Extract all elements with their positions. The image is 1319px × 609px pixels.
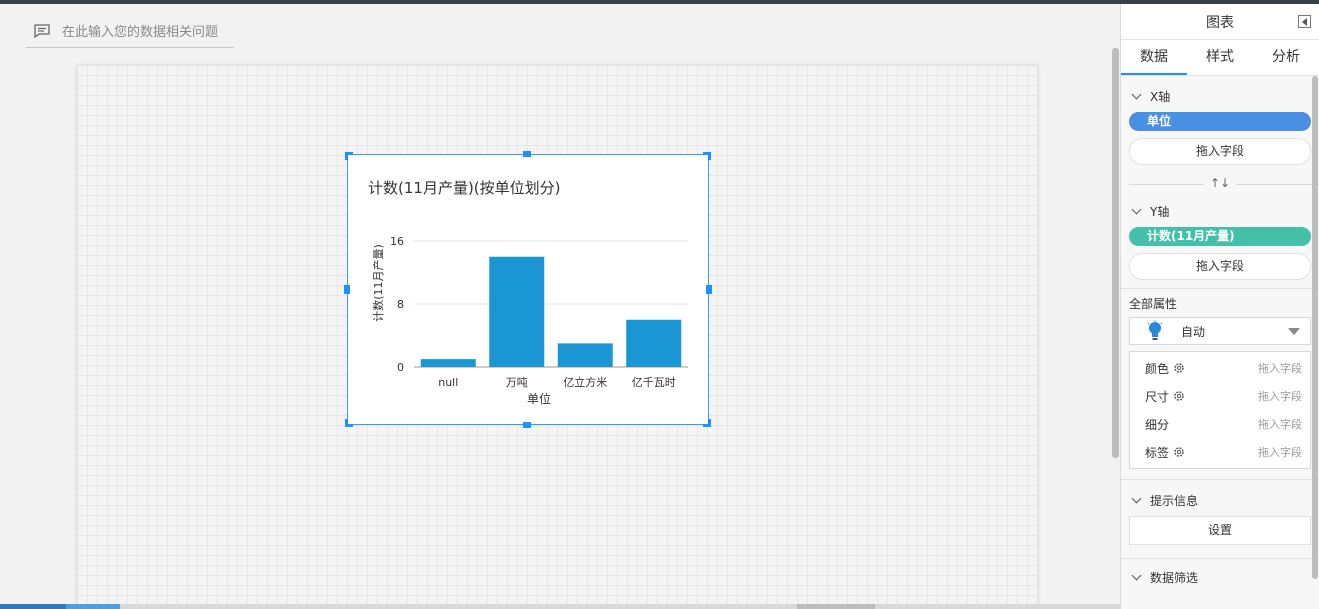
- lightbulb-icon: [1147, 320, 1163, 342]
- panel-title: 图表: [1206, 14, 1234, 31]
- bottom-scroll-bar: [0, 604, 1120, 609]
- panel-header: 图表: [1121, 4, 1319, 40]
- x-axis-title: X轴: [1150, 89, 1171, 104]
- bar: [489, 256, 545, 367]
- y-axis-title: Y轴: [1150, 204, 1170, 219]
- all-properties-section: 全部属性 自动 颜色 拖入字段 尺寸 拖入字段 细分 拖入字段 标签 拖入字段: [1121, 289, 1319, 480]
- resize-handle-left[interactable]: [344, 285, 350, 294]
- bar-chart: 0 8 16 null 万吨 亿立方米 亿千瓦时: [390, 235, 688, 389]
- y-axis-label: 计数(11月产量): [372, 244, 385, 322]
- question-placeholder: 在此输入您的数据相关问题: [62, 25, 219, 40]
- chart-type-select[interactable]: 自动: [1129, 317, 1311, 345]
- property-detail[interactable]: 细分 拖入字段: [1130, 410, 1310, 438]
- resize-handle-top-right[interactable]: [703, 152, 711, 160]
- swap-axes[interactable]: ↑↓: [1121, 173, 1319, 195]
- x-axis-header[interactable]: X轴: [1129, 80, 1311, 112]
- chart-config-panel: 图表 数据 样式 分析 X轴 单位 拖入字段 ↑↓ Y轴 计数(11月产量) 拖…: [1120, 4, 1319, 609]
- tooltip-settings-button[interactable]: 设置: [1129, 516, 1311, 545]
- question-input[interactable]: 在此输入您的数据相关问题: [26, 14, 234, 48]
- chevron-down-icon: [1131, 204, 1142, 214]
- x-tick-label: 万吨: [506, 376, 528, 389]
- y-tick-label: 0: [397, 361, 404, 374]
- bar: [626, 319, 682, 367]
- tab-analysis[interactable]: 分析: [1253, 40, 1319, 75]
- dropdown-caret-icon: [1288, 328, 1300, 335]
- panel-tabs: 数据 样式 分析: [1121, 40, 1319, 76]
- gear-icon[interactable]: [1173, 362, 1185, 374]
- property-size[interactable]: 尺寸 拖入字段: [1130, 382, 1310, 410]
- tooltip-header[interactable]: 提示信息: [1129, 484, 1311, 516]
- property-label[interactable]: 标签 拖入字段: [1130, 438, 1310, 466]
- filter-header[interactable]: 数据筛选: [1129, 561, 1311, 593]
- panel-scrollbar[interactable]: [1312, 76, 1318, 579]
- comment-icon: [34, 23, 50, 38]
- resize-handle-bottom-right[interactable]: [703, 419, 711, 427]
- resize-handle-right[interactable]: [706, 285, 712, 294]
- swap-icon[interactable]: ↑↓: [1203, 176, 1237, 190]
- y-axis-field-pill[interactable]: 计数(11月产量): [1129, 227, 1311, 246]
- tooltip-title: 提示信息: [1150, 493, 1199, 508]
- y-axis-section: Y轴 计数(11月产量) 拖入字段: [1121, 195, 1319, 289]
- chart-type-value: 自动: [1181, 324, 1206, 339]
- filter-section: 数据筛选: [1121, 559, 1319, 593]
- chevron-down-icon: [1131, 493, 1142, 503]
- chevron-down-icon: [1131, 570, 1142, 580]
- gear-icon[interactable]: [1173, 446, 1185, 458]
- y-axis-drop-zone[interactable]: 拖入字段: [1129, 253, 1311, 280]
- tab-data[interactable]: 数据: [1121, 40, 1187, 75]
- chart-widget[interactable]: 计数(11月产量)(按单位划分) 0 8 16 null 万吨 亿立方米 亿千瓦时 计数(1…: [347, 154, 709, 425]
- resize-handle-bottom-left[interactable]: [345, 419, 353, 427]
- resize-handle-top-left[interactable]: [345, 152, 353, 160]
- x-axis-section: X轴 单位 拖入字段 ↑↓: [1121, 76, 1319, 195]
- bar: [420, 359, 476, 367]
- x-axis-field-pill[interactable]: 单位: [1129, 112, 1311, 131]
- property-list: 颜色 拖入字段 尺寸 拖入字段 细分 拖入字段 标签 拖入字段: [1129, 351, 1311, 469]
- x-tick-label: null: [438, 376, 458, 389]
- gear-icon[interactable]: [1173, 390, 1185, 402]
- y-tick-label: 8: [397, 298, 404, 311]
- property-color[interactable]: 颜色 拖入字段: [1130, 354, 1310, 382]
- tab-style[interactable]: 样式: [1187, 40, 1253, 75]
- x-axis-label: 单位: [526, 392, 551, 406]
- x-tick-label: 亿立方米: [563, 375, 607, 389]
- chevron-down-icon: [1131, 89, 1142, 99]
- tooltip-section: 提示信息 设置: [1121, 480, 1319, 559]
- filter-title: 数据筛选: [1150, 570, 1199, 585]
- y-tick-label: 16: [390, 235, 404, 248]
- collapse-panel-icon[interactable]: [1298, 15, 1311, 28]
- resize-handle-bottom[interactable]: [523, 422, 531, 428]
- all-properties-title: 全部属性: [1129, 296, 1178, 311]
- bar: [557, 343, 613, 367]
- x-tick-label: 亿千瓦时: [632, 376, 676, 389]
- horizontal-scrollbar-thumb[interactable]: [797, 604, 875, 609]
- canvas-scrollbar[interactable]: [1112, 48, 1119, 458]
- resize-handle-top[interactable]: [523, 151, 531, 157]
- x-axis-drop-zone[interactable]: 拖入字段: [1129, 138, 1311, 165]
- y-axis-header[interactable]: Y轴: [1129, 195, 1311, 227]
